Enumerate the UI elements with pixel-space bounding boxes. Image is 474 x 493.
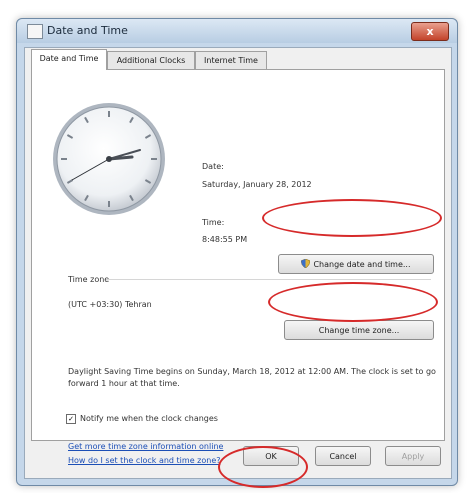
- more-time-zone-info-link[interactable]: Get more time zone information online: [68, 442, 223, 451]
- dst-note: Daylight Saving Time begins on Sunday, M…: [68, 367, 436, 388]
- shield-icon: [301, 259, 311, 268]
- time-zone-value: (UTC +03:30) Tehran: [68, 300, 152, 309]
- how-to-set-clock-link[interactable]: How do I set the clock and time zone?: [68, 456, 221, 465]
- time-value: 8:48:55 PM: [202, 235, 248, 244]
- tab-panel: Date: Saturday, January 28, 2012 Time: 8…: [31, 69, 445, 465]
- title-bar[interactable]: Date and Time x: [17, 19, 457, 43]
- notify-checkbox[interactable]: ✓: [66, 414, 76, 424]
- change-date-time-label: Change date and time...: [313, 260, 411, 269]
- notify-label: Notify me when the clock changes: [80, 414, 218, 423]
- tab-date-and-time[interactable]: Date and Time: [31, 49, 107, 70]
- date-value: Saturday, January 28, 2012: [202, 180, 312, 189]
- time-zone-section-label: Time zone: [68, 275, 110, 284]
- change-date-time-button[interactable]: Change date and time...: [278, 254, 434, 274]
- tab-additional-clocks[interactable]: Additional Clocks: [107, 51, 195, 69]
- tab-internet-time[interactable]: Internet Time: [195, 51, 267, 69]
- ok-button[interactable]: OK: [243, 446, 299, 466]
- date-label: Date:: [202, 162, 224, 171]
- window-icon: [27, 24, 43, 39]
- section-divider: [106, 279, 431, 280]
- date-time-dialog: Date and Time x Date and Time Additional…: [16, 18, 458, 486]
- change-time-zone-button[interactable]: Change time zone...: [284, 320, 434, 340]
- close-button[interactable]: x: [411, 22, 449, 41]
- apply-button[interactable]: Apply: [385, 446, 441, 466]
- window-title: Date and Time: [47, 24, 128, 37]
- cancel-button[interactable]: Cancel: [315, 446, 371, 466]
- time-label: Time:: [202, 218, 225, 227]
- analog-clock-icon: [53, 103, 165, 215]
- dialog-client-area: Date and Time Additional Clocks Internet…: [24, 47, 452, 479]
